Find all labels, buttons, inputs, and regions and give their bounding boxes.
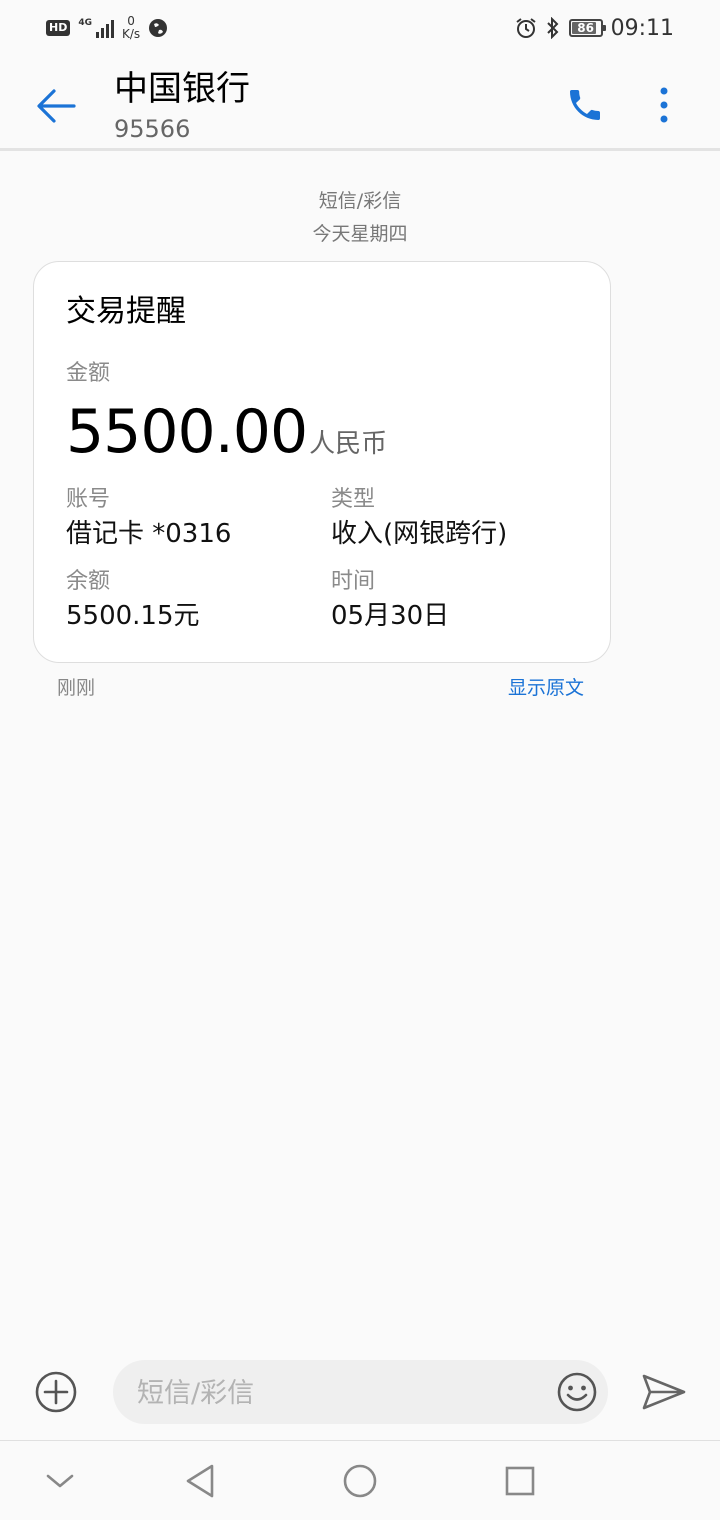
amount-row: 5500.00 人民币 bbox=[66, 400, 387, 464]
call-button[interactable] bbox=[560, 80, 610, 130]
contact-number: 95566 bbox=[114, 115, 191, 143]
signal-icon: 4G bbox=[78, 18, 114, 38]
time-label: 时间 bbox=[331, 569, 376, 594]
nav-hide-button[interactable] bbox=[40, 1461, 80, 1501]
globe-icon bbox=[149, 19, 168, 37]
balance-label: 余额 bbox=[66, 569, 111, 594]
add-attachment-button[interactable] bbox=[34, 1370, 78, 1414]
network-speed-value: 0 bbox=[127, 14, 135, 28]
type-label: 类型 bbox=[331, 487, 376, 512]
message-timestamp: 刚刚 bbox=[57, 677, 96, 699]
time-value: 05月30日 bbox=[331, 601, 450, 631]
message-input-container bbox=[113, 1360, 608, 1426]
nav-home-button[interactable] bbox=[340, 1461, 380, 1501]
nav-recents-button[interactable] bbox=[500, 1461, 540, 1501]
nav-recents-icon bbox=[505, 1466, 535, 1496]
show-original-link[interactable]: 显示原文 bbox=[508, 673, 584, 700]
status-bar: HD 4G 0 K/s 86 09:11 bbox=[0, 0, 720, 56]
nav-down-icon bbox=[46, 1474, 74, 1488]
send-icon bbox=[642, 1374, 686, 1410]
amount-value: 5500.00 bbox=[66, 397, 308, 467]
emoji-icon bbox=[557, 1372, 597, 1412]
nav-back-icon bbox=[186, 1464, 214, 1498]
back-arrow-icon bbox=[37, 89, 76, 123]
account-label: 账号 bbox=[66, 487, 111, 512]
contact-name: 中国银行 bbox=[114, 69, 250, 109]
message-type-label: 短信/彩信 bbox=[318, 190, 402, 212]
date-separator: 今天星期四 bbox=[312, 223, 408, 245]
hd-badge: HD bbox=[46, 20, 71, 36]
status-bar-left: HD 4G 0 K/s bbox=[46, 10, 168, 46]
back-button[interactable] bbox=[30, 80, 82, 132]
more-options-button[interactable] bbox=[644, 80, 684, 130]
transaction-card[interactable]: 交易提醒 金额 5500.00 人民币 账号 借记卡 *0316 类型 收入(网… bbox=[33, 261, 611, 663]
battery-icon: 86 bbox=[568, 19, 606, 37]
header-divider bbox=[0, 148, 720, 151]
send-button[interactable] bbox=[641, 1372, 687, 1412]
balance-value: 5500.15元 bbox=[66, 601, 200, 631]
add-circle-icon bbox=[35, 1371, 77, 1413]
nav-back-button[interactable] bbox=[180, 1461, 220, 1501]
more-vert-icon bbox=[660, 87, 668, 123]
account-value: 借记卡 *0316 bbox=[66, 519, 232, 549]
system-navigation-bar bbox=[0, 1441, 720, 1520]
clock: 09:11 bbox=[610, 15, 674, 41]
conversation-header: 中国银行 95566 bbox=[0, 56, 720, 148]
currency-label: 人民币 bbox=[309, 429, 388, 459]
type-value: 收入(网银跨行) bbox=[331, 519, 508, 549]
network-speed: 0 K/s bbox=[122, 15, 140, 41]
alarm-icon bbox=[515, 18, 536, 38]
nav-home-icon bbox=[343, 1464, 377, 1498]
message-input[interactable] bbox=[135, 1360, 539, 1426]
phone-icon bbox=[570, 90, 600, 120]
battery-level: 86 bbox=[577, 21, 594, 35]
network-speed-unit: K/s bbox=[122, 27, 141, 41]
bluetooth-icon bbox=[546, 17, 559, 39]
amount-label: 金额 bbox=[66, 361, 111, 386]
card-title: 交易提醒 bbox=[66, 294, 186, 329]
status-bar-right: 86 09:11 bbox=[515, 14, 674, 42]
emoji-button[interactable] bbox=[555, 1370, 599, 1414]
network-type: 4G bbox=[78, 18, 92, 28]
